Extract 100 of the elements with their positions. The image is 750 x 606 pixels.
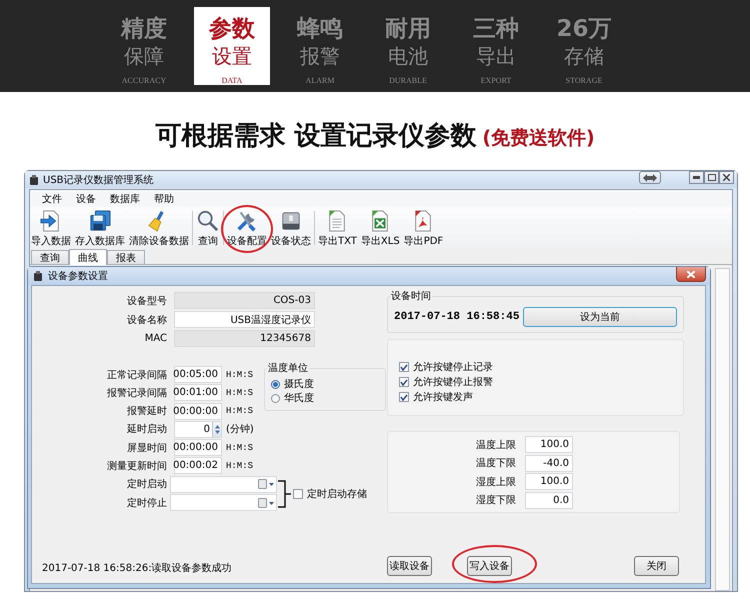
field-label: 报警记录间隔 <box>106 386 167 400</box>
menu-item[interactable]: 设备 <box>70 190 102 206</box>
window-title: USB记录仪数据管理系统 <box>43 174 154 186</box>
feature-caption: ACCURACY <box>122 75 166 87</box>
toolbar-button[interactable]: 查询 <box>195 207 221 249</box>
field-label: 湿度上限 <box>475 476 516 489</box>
minimize-icon <box>693 176 700 180</box>
toolbar-button[interactable]: 导入数据 <box>30 207 72 249</box>
feature-title: 精度 <box>121 16 167 43</box>
text-field[interactable]: COS-03 <box>174 292 315 309</box>
feature-caption: DURABLE <box>389 75 427 87</box>
number-field[interactable]: 0 <box>174 420 222 438</box>
feature-subtitle: 导出 <box>476 43 516 69</box>
app-icon <box>30 174 38 184</box>
unit-label: H:M:S <box>226 406 254 416</box>
close-icon <box>723 174 730 181</box>
field-label: 屏显时间 <box>126 442 167 455</box>
number-field[interactable]: 100.0 <box>525 473 573 490</box>
date-field[interactable] <box>170 476 277 493</box>
time-field[interactable]: 00:00:00 <box>174 439 222 456</box>
toolbar-button[interactable]: 设备状态 <box>270 207 312 249</box>
radio-button[interactable] <box>270 394 280 402</box>
calendar-dropdown-icon <box>258 498 274 508</box>
time-field[interactable]: 00:01:00 <box>174 384 222 402</box>
text-field[interactable]: USB温湿度记录仪 <box>174 311 315 328</box>
dialog-button[interactable]: 写入设备 <box>467 556 512 576</box>
close-button[interactable] <box>676 267 706 282</box>
option-label: 华氏度 <box>284 392 314 405</box>
headline: 可根据需求 设置记录仪参数 <box>155 120 476 153</box>
feature-caption: EXPORT <box>480 75 512 87</box>
field-label: 正常记录间隔 <box>106 368 167 382</box>
maximize-button[interactable] <box>704 171 719 184</box>
toolbar-button[interactable]: 导出TXT <box>317 207 358 249</box>
bracket-drawing <box>277 479 291 510</box>
number-field[interactable]: -40.0 <box>525 454 573 472</box>
feature-subtitle: 设置 <box>212 43 252 69</box>
unit-label: H:M:S <box>226 460 254 471</box>
feature-subtitle: 报警 <box>300 43 340 69</box>
calendar-dropdown-icon <box>258 479 274 490</box>
menu-item[interactable]: 数据库 <box>104 190 146 206</box>
feature-caption: STORAGE <box>566 75 602 87</box>
field-label: 报警延时 <box>126 404 167 418</box>
toolbar-button[interactable]: 存入数据库 <box>74 207 126 249</box>
field-label: 温度下限 <box>475 456 516 470</box>
feature-caption: DATA <box>222 75 242 87</box>
spin-button[interactable] <box>212 422 221 437</box>
device-time: 2017-07-18 16:58:45 <box>394 311 520 323</box>
checkbox-label: 允许按键发声 <box>413 390 473 404</box>
dialog-button[interactable]: 读取设备 <box>387 556 432 576</box>
time-field[interactable]: 00:00:02 <box>174 457 222 474</box>
menu-item[interactable]: 文件 <box>36 190 68 206</box>
field-label: 温度上限 <box>475 438 516 452</box>
up-down-arrows-icon <box>214 424 220 434</box>
dialog-icon <box>34 271 42 281</box>
time-field[interactable]: 00:05:00 <box>174 366 222 383</box>
date-field[interactable] <box>170 494 277 512</box>
tab[interactable]: 查询 <box>31 250 69 264</box>
toolbar-button[interactable]: 设备配置 <box>226 207 268 249</box>
feature-subtitle: 电池 <box>388 43 428 69</box>
close-icon <box>687 270 695 278</box>
toolbar-button[interactable]: 清除设备数据 <box>128 207 190 249</box>
dialog-button[interactable]: 关闭 <box>634 556 679 576</box>
toolbar-button[interactable]: 导出PDF <box>402 207 444 249</box>
unit-label: (分钟) <box>226 422 254 436</box>
minimize-button[interactable] <box>689 171 704 184</box>
checkbox[interactable] <box>399 362 409 372</box>
feature-title: 参数 <box>209 16 255 43</box>
feature-title: 蜂鸣 <box>297 16 343 43</box>
option-label: 摄氏度 <box>284 378 314 391</box>
headline-note: (免费送软件) <box>482 126 595 151</box>
close-button[interactable] <box>719 171 734 184</box>
checkbox[interactable] <box>399 392 409 402</box>
feature-caption: ALARM <box>306 75 334 87</box>
tab[interactable]: 曲线 <box>69 249 107 265</box>
dialog-title: 设备参数设置 <box>48 270 108 283</box>
checkbox-label: 允许按键停止报警 <box>413 376 493 389</box>
toolbar-button[interactable]: 导出XLS <box>360 207 401 249</box>
menu-item[interactable]: 帮助 <box>148 190 180 206</box>
set-current-button[interactable]: 设为当前 <box>523 307 677 327</box>
number-field[interactable]: 100.0 <box>525 436 573 453</box>
feature-title: 三种 <box>473 16 519 43</box>
checkbox[interactable] <box>293 489 303 500</box>
field-label: 延时启动 <box>126 422 167 436</box>
status-message: 2017-07-18 16:58:26:读取设备参数成功 <box>41 562 233 576</box>
field-label: MAC <box>144 333 167 344</box>
search-icon <box>196 210 220 232</box>
field-value: 0 <box>204 424 210 435</box>
switch-button[interactable] <box>639 171 661 184</box>
maximize-icon <box>708 174 716 181</box>
time-field[interactable]: 00:00:00 <box>174 402 222 420</box>
checkbox[interactable] <box>399 377 409 387</box>
tab[interactable]: 报表 <box>107 250 145 264</box>
double-arrow-icon <box>643 174 657 182</box>
field-label: 湿度下限 <box>475 494 516 508</box>
number-field[interactable]: 0.0 <box>525 492 573 509</box>
field-label: 设备名称 <box>126 314 167 326</box>
feature-subtitle: 存储 <box>564 43 604 69</box>
radio-button[interactable] <box>270 380 280 388</box>
group-title: 温度单位 <box>266 362 309 375</box>
text-field[interactable]: 12345678 <box>174 330 315 347</box>
